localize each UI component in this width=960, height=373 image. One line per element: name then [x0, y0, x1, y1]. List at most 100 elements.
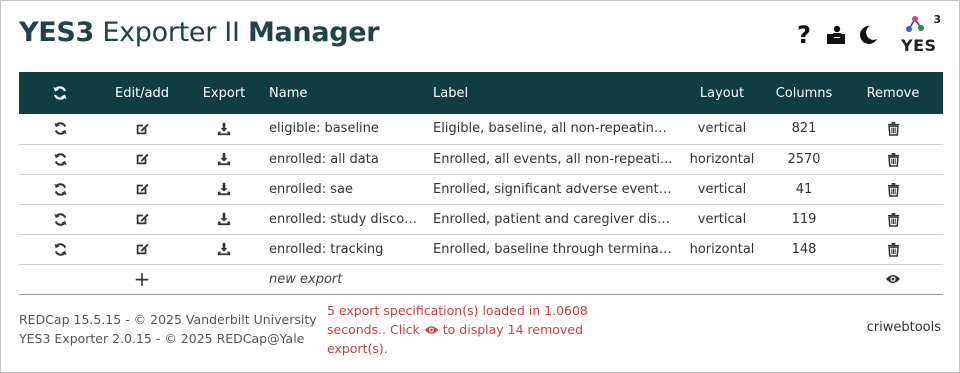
footer-redcap-credit: REDCap 15.5.15 - © 2025 Vanderbilt Unive…: [19, 312, 317, 327]
export-layout: horizontal: [679, 234, 765, 265]
header-toolbar: ? 3 YES: [785, 13, 941, 55]
export-button[interactable]: [183, 234, 265, 265]
export-columns: 119: [765, 204, 843, 235]
new-export-label[interactable]: new export: [265, 264, 429, 295]
moon-icon: [859, 25, 877, 44]
header-edit: Edit/add: [114, 85, 170, 101]
header-export: Export: [202, 85, 246, 101]
footer-yes3-credit: YES3 Exporter 2.0.15 - © 2025 REDCap@Yal…: [19, 331, 305, 346]
export-layout: vertical: [679, 114, 765, 145]
refresh-button[interactable]: [19, 204, 101, 235]
export-name: enrolled: tracking: [265, 234, 429, 265]
export-label: Eligible, baseline, all non-repeating ..…: [429, 114, 679, 145]
show-removed-button[interactable]: [843, 264, 943, 295]
page-header: YES3 Exporter II Manager ? 3 YES: [19, 13, 941, 55]
export-label: Enrolled, patient and caregiver disc...: [429, 204, 679, 235]
criwebtools-link[interactable]: criwebtools: [867, 320, 941, 335]
remove-button[interactable]: [843, 144, 943, 175]
export-columns: 41: [765, 174, 843, 205]
edit-icon: [136, 213, 149, 225]
new-export-row: + new export: [19, 264, 943, 295]
export-button[interactable]: [183, 204, 265, 235]
trash-icon: [887, 212, 899, 227]
refresh-button[interactable]: [19, 114, 101, 145]
title-yes3: YES3: [19, 17, 95, 48]
header-label: Label: [433, 85, 469, 101]
title-exporter: Exporter II: [102, 17, 240, 48]
edit-icon: [136, 183, 149, 195]
refresh-button[interactable]: [19, 144, 101, 175]
title-manager: Manager: [247, 17, 380, 48]
status-message: 5 export specification(s) loaded in 1.06…: [327, 301, 607, 358]
table-row: enrolled: tracking Enrolled, baseline thr…: [19, 234, 943, 265]
refresh-icon: [53, 182, 67, 196]
table-row: enrolled: all data Enrolled, all events, …: [19, 144, 943, 175]
export-button[interactable]: [183, 144, 265, 175]
user-reading-icon: [827, 25, 845, 44]
export-layout: horizontal: [679, 144, 765, 175]
table-row: eligible: baseline Eligible, baseline, al…: [19, 114, 943, 145]
header-columns: Columns: [775, 85, 833, 101]
app-frame: YES3 Exporter II Manager ? 3 YES Edit/ad…: [0, 0, 960, 373]
download-icon: [217, 122, 231, 135]
edit-icon: [136, 123, 149, 134]
user-guide-button[interactable]: [823, 22, 849, 48]
edit-button[interactable]: [101, 114, 183, 145]
export-columns: 148: [765, 234, 843, 265]
trash-icon: [887, 122, 899, 136]
table-row: enrolled: sae Enrolled, significant adver…: [19, 174, 943, 205]
logo-text: YES: [901, 36, 937, 55]
refresh-button[interactable]: [19, 174, 101, 205]
export-button[interactable]: [183, 114, 265, 145]
header-name: Name: [269, 85, 308, 101]
header-refresh-all[interactable]: [19, 72, 101, 114]
remove-button[interactable]: [843, 114, 943, 145]
remove-button[interactable]: [843, 174, 943, 205]
refresh-button[interactable]: [19, 234, 101, 265]
export-layout: vertical: [679, 174, 765, 205]
remove-button[interactable]: [843, 234, 943, 265]
refresh-icon: [53, 152, 67, 166]
export-spec-table: Edit/add Export Name Label Layout Column…: [19, 72, 943, 295]
eye-icon: [886, 275, 900, 283]
help-button[interactable]: ?: [791, 22, 817, 48]
download-icon: [217, 242, 231, 256]
plus-icon: +: [133, 266, 151, 291]
add-export-button[interactable]: +: [101, 264, 183, 295]
trash-icon: [887, 182, 899, 197]
export-columns: 2570: [765, 144, 843, 175]
logo-superscript: 3: [933, 13, 941, 26]
export-layout: vertical: [679, 204, 765, 235]
footer-credits: REDCap 15.5.15 - © 2025 Vanderbilt Unive…: [19, 310, 317, 348]
dark-mode-toggle[interactable]: [855, 22, 881, 48]
download-icon: [217, 182, 231, 196]
download-icon: [217, 212, 231, 226]
edit-button[interactable]: [101, 234, 183, 265]
refresh-all-icon: [53, 86, 67, 100]
yes3-logo: 3 YES: [899, 13, 941, 55]
table-header-row: Edit/add Export Name Label Layout Column…: [19, 72, 943, 114]
edit-button[interactable]: [101, 144, 183, 175]
export-button[interactable]: [183, 174, 265, 205]
page-title: YES3 Exporter II Manager: [19, 17, 380, 48]
edit-button[interactable]: [101, 204, 183, 235]
refresh-icon: [53, 122, 67, 135]
export-label: Enrolled, all events, all non-repeati...: [429, 144, 679, 175]
header-layout: Layout: [699, 85, 745, 101]
edit-button[interactable]: [101, 174, 183, 205]
export-label: Enrolled, baseline through terminat...: [429, 234, 679, 265]
logo-graph-icon: [906, 16, 924, 32]
table-row: enrolled: study discont... Enrolled, pati…: [19, 204, 943, 235]
remove-button[interactable]: [843, 204, 943, 235]
download-icon: [217, 152, 231, 166]
export-name: eligible: baseline: [265, 114, 429, 145]
edit-icon: [136, 243, 149, 255]
header-remove: Remove: [866, 85, 920, 101]
trash-icon: [887, 242, 899, 257]
export-name: enrolled: all data: [265, 144, 429, 175]
edit-icon: [136, 153, 149, 165]
export-columns: 821: [765, 114, 843, 145]
trash-icon: [887, 152, 899, 167]
eye-icon[interactable]: [424, 324, 439, 336]
refresh-icon: [53, 212, 67, 226]
